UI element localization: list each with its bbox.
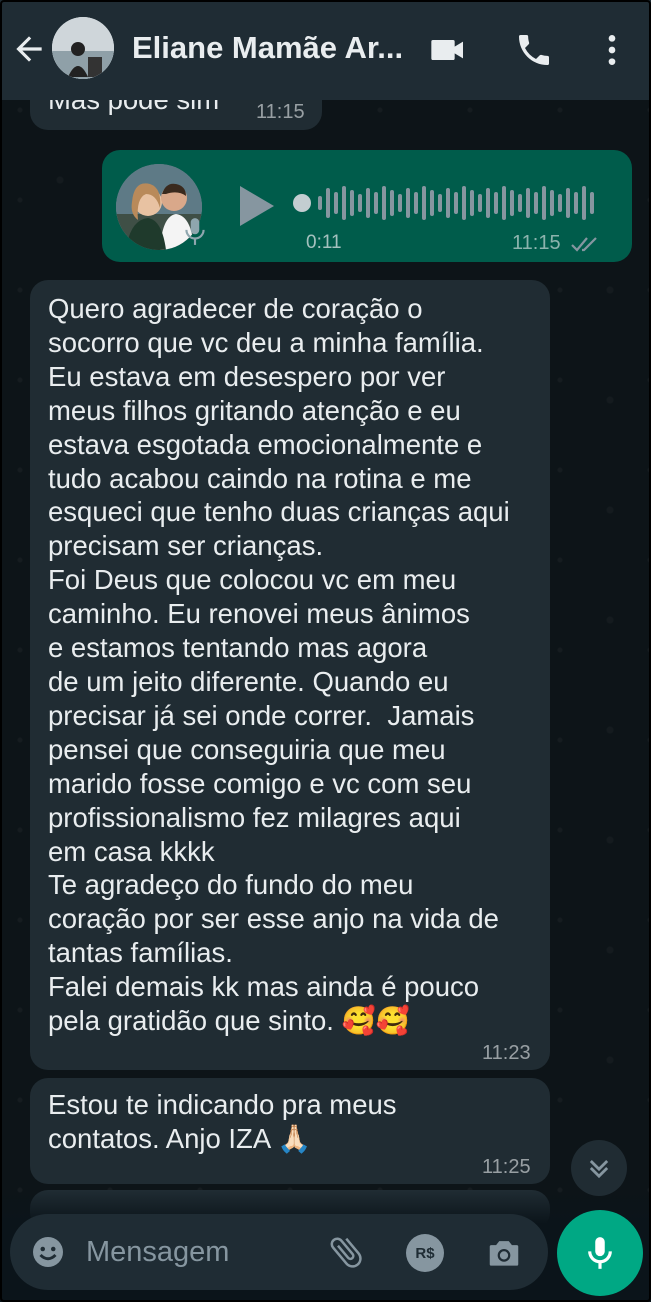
- play-icon[interactable]: [236, 184, 276, 228]
- message-time: 11:25: [482, 1156, 531, 1178]
- voice-duration: 0:11: [306, 232, 342, 253]
- more-options-icon[interactable]: [592, 30, 632, 70]
- message-input[interactable]: [86, 1232, 306, 1272]
- message-time: 11:15: [512, 232, 561, 254]
- message-bubble-incoming[interactable]: Quero agradecer de coração o socorro que…: [30, 280, 550, 1070]
- payment-icon[interactable]: R$: [406, 1234, 444, 1272]
- scroll-to-bottom-button[interactable]: [571, 1140, 627, 1196]
- payment-label: R$: [415, 1244, 435, 1262]
- read-receipt-icon: [571, 237, 597, 252]
- microphone-icon: [185, 218, 205, 245]
- voice-call-icon[interactable]: [514, 30, 554, 70]
- double-chevron-down-icon: [589, 1160, 609, 1179]
- message-time: 11:23: [482, 1042, 531, 1064]
- voice-message-bubble[interactable]: 0:11 11:15: [102, 150, 632, 262]
- message-text: Quero agradecer de coração o socorro que…: [48, 293, 510, 1037]
- camera-icon[interactable]: [484, 1234, 524, 1272]
- microphone-icon: [588, 1237, 612, 1269]
- voice-record-button[interactable]: [557, 1210, 643, 1296]
- attach-icon[interactable]: [326, 1232, 366, 1272]
- message-text: Estou te indicando pra meus contatos. An…: [48, 1089, 397, 1154]
- message-composer: R$: [10, 1214, 548, 1290]
- message-time: 11:15: [256, 101, 305, 123]
- message-bubble-incoming[interactable]: Estou te indicando pra meus contatos. An…: [30, 1078, 550, 1184]
- voice-waveform[interactable]: [292, 180, 602, 226]
- contact-avatar[interactable]: [52, 17, 114, 79]
- video-call-icon[interactable]: [428, 30, 468, 70]
- back-arrow-icon[interactable]: [10, 30, 48, 68]
- chat-header: Eliane Mamãe Ar...: [0, 0, 651, 100]
- emoji-icon[interactable]: [30, 1234, 66, 1270]
- contact-name[interactable]: Eliane Mamãe Ar...: [132, 30, 402, 66]
